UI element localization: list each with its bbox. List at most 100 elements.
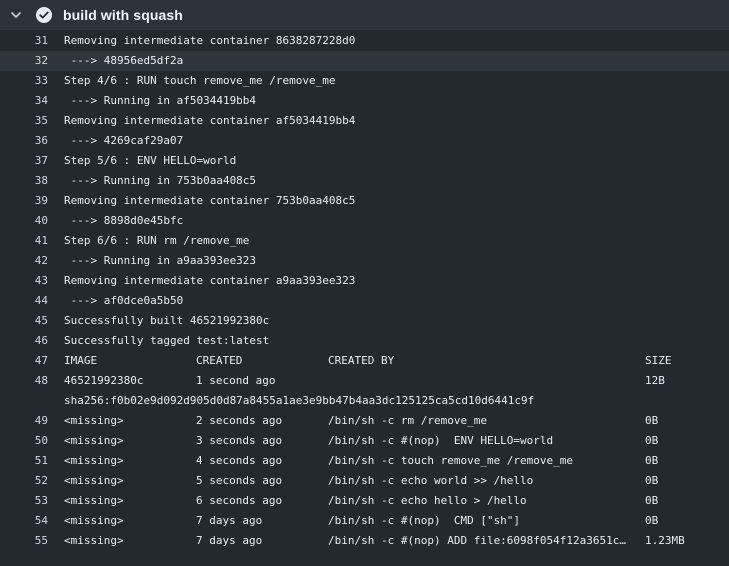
log-line[interactable]: 37 Step 5/6 : ENV HELLO=world bbox=[0, 151, 729, 171]
log-line-text: Removing intermediate container a9aa393e… bbox=[64, 274, 356, 287]
log-col-image: <missing> bbox=[64, 454, 124, 467]
log-col-image: <missing> bbox=[64, 514, 124, 527]
line-number[interactable]: 47 bbox=[0, 351, 48, 371]
log-col-image: IMAGE bbox=[64, 354, 98, 367]
log-col-created-by: /bin/sh -c #(nop) ADD file:6098f054f12a3… bbox=[328, 534, 627, 547]
log-col-size: 0B bbox=[645, 414, 659, 427]
log-col-created: 3 seconds ago bbox=[196, 434, 283, 447]
log-line[interactable]: 34 ---> Running in af5034419bb4 bbox=[0, 91, 729, 111]
line-number[interactable]: 36 bbox=[0, 131, 48, 151]
log-line-text: Successfully tagged test:latest bbox=[64, 334, 270, 347]
line-number[interactable]: 50 bbox=[0, 431, 48, 451]
log-line-text: ---> 4269caf29a07 bbox=[64, 134, 184, 147]
log-line[interactable]: 44 ---> af0dce0a5b50 bbox=[0, 291, 729, 311]
log-line[interactable]: 32 ---> 48956ed5df2a bbox=[0, 51, 729, 71]
log-line-text: ---> Running in af5034419bb4 bbox=[64, 94, 257, 107]
log-col-size: 0B bbox=[645, 474, 659, 487]
log-col-size: 0B bbox=[645, 434, 659, 447]
line-number[interactable]: 39 bbox=[0, 191, 48, 211]
line-number[interactable]: 53 bbox=[0, 491, 48, 511]
log-line[interactable]: 33 Step 4/6 : RUN touch remove_me /remove… bbox=[0, 71, 729, 91]
log-line-text: ---> Running in a9aa393ee323 bbox=[64, 254, 257, 267]
log-line-text: ---> 48956ed5df2a bbox=[64, 54, 184, 67]
line-number[interactable]: 44 bbox=[0, 291, 48, 311]
log-col-size: 12B bbox=[645, 374, 665, 387]
log-line[interactable]: 45 Successfully built 46521992380c bbox=[0, 311, 729, 331]
log-line-text: Removing intermediate container 753b0aa4… bbox=[64, 194, 356, 207]
log-line[interactable]: 36 ---> 4269caf29a07 bbox=[0, 131, 729, 151]
log-line[interactable]: 55 <missing> 7 days ago/bin/sh -c #(nop) A… bbox=[0, 531, 729, 551]
log-line-text: Step 6/6 : RUN rm /remove_me bbox=[64, 234, 250, 247]
line-number[interactable]: 35 bbox=[0, 111, 48, 131]
log-col-created-by: /bin/sh -c touch remove_me /remove_me bbox=[328, 454, 574, 467]
log-line[interactable]: 47 IMAGE CREATED CREATED BY SIZE bbox=[0, 351, 729, 371]
log-line[interactable]: 48 46521992380c 1 second ago 12B bbox=[0, 371, 729, 391]
log-col-created-by: CREATED BY bbox=[328, 354, 395, 367]
log-col-image: <missing> bbox=[64, 474, 124, 487]
log-line-text: Successfully built 46521992380c bbox=[64, 314, 270, 327]
log-col-image: <missing> bbox=[64, 494, 124, 507]
log-line[interactable]: 50 <missing> 3 seconds ago/bin/sh -c #(nop… bbox=[0, 431, 729, 451]
log-col-size: SIZE bbox=[645, 354, 672, 367]
check-circle-icon bbox=[35, 6, 53, 24]
step-title: build with squash bbox=[63, 6, 183, 23]
log-line-text: Removing intermediate container af503441… bbox=[64, 114, 356, 127]
log-line[interactable]: 42 ---> Running in a9aa393ee323 bbox=[0, 251, 729, 271]
log-line-text: Step 5/6 : ENV HELLO=world bbox=[64, 154, 237, 167]
line-number[interactable]: 55 bbox=[0, 531, 48, 551]
chevron-down-icon[interactable] bbox=[9, 8, 23, 22]
step-header[interactable]: build with squash bbox=[0, 0, 729, 30]
log-line[interactable]: 35 Removing intermediate container af5034… bbox=[0, 111, 729, 131]
line-number[interactable]: 38 bbox=[0, 171, 48, 191]
log-col-image: <missing> bbox=[64, 434, 124, 447]
line-number[interactable]: 32 bbox=[0, 51, 48, 71]
log-line[interactable]: 40 ---> 8898d0e45bfc bbox=[0, 211, 729, 231]
line-number[interactable]: 41 bbox=[0, 231, 48, 251]
line-number[interactable]: 54 bbox=[0, 511, 48, 531]
log-col-created: 2 seconds ago bbox=[196, 414, 283, 427]
log-line[interactable]: 41 Step 6/6 : RUN rm /remove_me bbox=[0, 231, 729, 251]
log-line[interactable]: 31 Removing intermediate container 863828… bbox=[0, 31, 729, 51]
log-line[interactable]: 43 Removing intermediate container a9aa39… bbox=[0, 271, 729, 291]
log-col-created: 4 seconds ago bbox=[196, 454, 283, 467]
log-line[interactable]: 49 <missing> 2 seconds ago/bin/sh -c rm /r… bbox=[0, 411, 729, 431]
log-col-created-by: /bin/sh -c #(nop) ENV HELLO=world bbox=[328, 434, 554, 447]
line-number[interactable]: 49 bbox=[0, 411, 48, 431]
log-line[interactable]: 52 <missing> 5 seconds ago/bin/sh -c echo … bbox=[0, 471, 729, 491]
line-number[interactable]: 46 bbox=[0, 331, 48, 351]
line-number[interactable]: 31 bbox=[0, 31, 48, 51]
log-col-created: 6 seconds ago bbox=[196, 494, 283, 507]
log-col-created: 7 days ago bbox=[196, 534, 263, 547]
log-col-created: 5 seconds ago bbox=[196, 474, 283, 487]
log-line-text: ---> af0dce0a5b50 bbox=[64, 294, 184, 307]
line-number[interactable]: 40 bbox=[0, 211, 48, 231]
line-number[interactable]: 37 bbox=[0, 151, 48, 171]
log-col-size: 0B bbox=[645, 494, 659, 507]
line-number[interactable]: 52 bbox=[0, 471, 48, 491]
log-line-text: ---> Running in 753b0aa408c5 bbox=[64, 174, 257, 187]
line-number[interactable]: 51 bbox=[0, 451, 48, 471]
log-line[interactable]: 51 <missing> 4 seconds ago/bin/sh -c touch… bbox=[0, 451, 729, 471]
log-line[interactable]: 39 Removing intermediate container 753b0a… bbox=[0, 191, 729, 211]
log-line-text: Removing intermediate container 86382872… bbox=[64, 34, 356, 47]
log-line[interactable]: 46 Successfully tagged test:latest bbox=[0, 331, 729, 351]
log-line[interactable]: sha256:f0b02e9d092d905d0d87a8455a1ae3e9b… bbox=[0, 391, 729, 411]
line-number[interactable]: 48 bbox=[0, 371, 48, 391]
log-line[interactable]: 38 ---> Running in 753b0aa408c5 bbox=[0, 171, 729, 191]
log-col-image: <missing> bbox=[64, 534, 124, 547]
log-output: 31 Removing intermediate container 863828… bbox=[0, 30, 729, 551]
log-line-text: Step 4/6 : RUN touch remove_me /remove_m… bbox=[64, 74, 336, 87]
line-number[interactable]: 43 bbox=[0, 271, 48, 291]
log-line[interactable]: 54 <missing> 7 days ago/bin/sh -c #(nop) C… bbox=[0, 511, 729, 531]
line-number[interactable]: 33 bbox=[0, 71, 48, 91]
line-number[interactable]: 34 bbox=[0, 91, 48, 111]
log-col-created: 7 days ago bbox=[196, 514, 263, 527]
log-col-created: 1 second ago bbox=[196, 374, 276, 387]
log-line-text: ---> 8898d0e45bfc bbox=[64, 214, 184, 227]
log-col-created-by: /bin/sh -c echo world >> /hello bbox=[328, 474, 534, 487]
log-col-created-by: /bin/sh -c #(nop) CMD ["sh"] bbox=[328, 514, 521, 527]
line-number[interactable]: 42 bbox=[0, 251, 48, 271]
log-line[interactable]: 53 <missing> 6 seconds ago/bin/sh -c echo … bbox=[0, 491, 729, 511]
line-number[interactable]: 45 bbox=[0, 311, 48, 331]
log-col-created: CREATED bbox=[196, 354, 243, 367]
